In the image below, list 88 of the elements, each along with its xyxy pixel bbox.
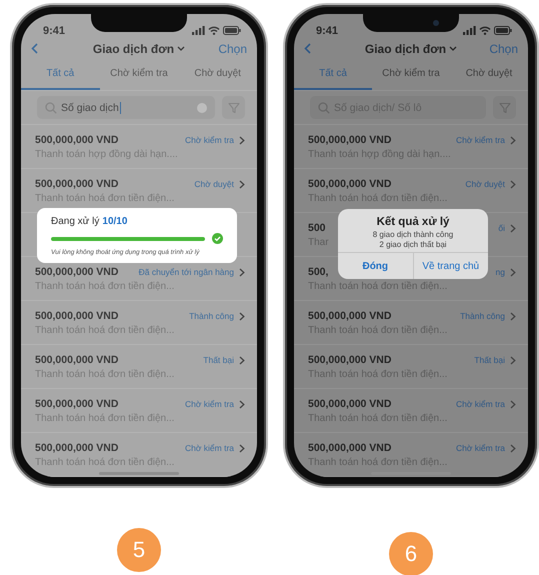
clear-icon — [197, 102, 207, 113]
search-icon — [318, 102, 330, 114]
tab[interactable]: Chờ duyệt — [450, 60, 528, 90]
step-badge: 6 — [389, 532, 433, 575]
caret-icon — [449, 46, 458, 52]
tab[interactable]: Chờ kiểm tra — [100, 60, 178, 90]
status-text: Chờ kiểm tra — [184, 399, 234, 409]
clear-button[interactable] — [197, 102, 207, 113]
chevron-right-icon — [510, 224, 516, 232]
status-text: Chờ kiểm tra — [456, 399, 505, 409]
amount-text: 500,000,000 VND — [308, 397, 392, 411]
title-dropdown[interactable]: Giao dịch đơn — [92, 42, 186, 56]
dialog-title: Kết quả xử lý — [376, 215, 450, 230]
status-text: Thành công — [460, 311, 505, 321]
result-line: 8 giao dịch thành công — [372, 230, 454, 240]
amount-text: 500,000,000 VND — [35, 309, 118, 323]
status-text: ng — [496, 267, 505, 277]
amount-text: 500,000,000 VND — [308, 177, 392, 191]
status-text: Chờ kiểm tra — [456, 135, 505, 145]
tab[interactable]: Chờ duyệt — [178, 60, 257, 90]
tab[interactable]: Chờ kiểm tra — [372, 60, 450, 90]
signal-icon — [463, 26, 476, 36]
status-text: Đã chuyển tới ngân hàng — [138, 267, 234, 277]
dialog-title: Đang xử lý — [51, 215, 100, 228]
wifi-icon — [479, 26, 491, 36]
select-button[interactable]: Chọn — [218, 42, 247, 56]
chevron-right-icon — [239, 268, 245, 276]
back-button[interactable] — [31, 43, 38, 54]
check-circle-icon — [212, 233, 223, 244]
status-text: Chờ duyệt — [465, 179, 505, 189]
back-icon — [304, 43, 311, 54]
amount-text: 500,000,000 VND — [308, 441, 392, 455]
filter-button[interactable] — [493, 96, 516, 120]
filter-icon — [228, 102, 240, 114]
amount-text: 500,000,000 VND — [35, 353, 118, 367]
chevron-right-icon — [239, 312, 245, 320]
battery-icon — [223, 26, 241, 36]
chevron-right-icon — [510, 312, 516, 320]
chevron-right-icon — [239, 400, 245, 408]
chevron-right-icon — [239, 356, 245, 364]
chevron-right-icon — [510, 356, 516, 364]
status-text: Thành công — [189, 311, 234, 321]
signal-icon — [192, 26, 205, 36]
chevron-right-icon — [510, 400, 516, 408]
filter-icon — [498, 102, 510, 114]
back-button[interactable] — [304, 43, 311, 54]
select-button[interactable]: Chọn — [489, 42, 518, 56]
chevron-right-icon — [510, 268, 516, 276]
status-text: Chờ kiểm tra — [456, 443, 505, 453]
wifi-icon — [208, 26, 220, 36]
tab[interactable]: Tất cả — [294, 60, 372, 90]
amount-text: 500,000,000 VND — [35, 397, 118, 411]
dialog-button[interactable]: Đóng — [338, 253, 412, 279]
chevron-right-icon — [510, 444, 516, 452]
search-field[interactable]: Số giao dịch — [37, 96, 215, 120]
status-text: Chờ duyệt — [194, 179, 234, 189]
result-line: 2 giao dịch thất bại — [379, 240, 447, 250]
amount-text: 500,000,000 VND — [35, 441, 118, 455]
amount-text: 500,000,000 VND — [35, 177, 118, 191]
clock-time: 9:41 — [43, 24, 66, 38]
tab[interactable]: Tất cả — [21, 60, 100, 90]
battery-icon — [494, 26, 512, 36]
status-text: ối — [498, 223, 505, 233]
chevron-right-icon — [239, 444, 245, 452]
status-text: Chờ kiểm tra — [184, 135, 234, 145]
amount-text: 500,000,000 VND — [308, 309, 392, 323]
status-text: Thất bại — [474, 355, 505, 365]
caret-icon — [177, 46, 186, 52]
amount-text: 500,000,000 VND — [308, 353, 392, 367]
chevron-right-icon — [510, 180, 516, 188]
filter-button[interactable] — [222, 96, 245, 120]
dialog-button[interactable]: Về trang chủ — [412, 253, 488, 279]
amount-text: 500,000,000 VND — [35, 265, 118, 279]
amount-text: 500, — [308, 265, 328, 279]
chevron-right-icon — [239, 136, 245, 144]
chevron-right-icon — [239, 180, 245, 188]
title-dropdown[interactable]: Giao dịch đơn — [364, 42, 458, 56]
clock-time: 9:41 — [316, 24, 338, 38]
amount-text: 500,000,000 VND — [308, 133, 392, 147]
search-icon — [45, 102, 57, 114]
amount-text: 500 — [308, 221, 326, 235]
back-icon — [31, 43, 38, 54]
step-badge: 5 — [117, 528, 161, 572]
progress-count: 10/10 — [102, 215, 128, 228]
status-text: Chờ kiểm tra — [184, 443, 234, 453]
amount-text: 500,000,000 VND — [35, 133, 118, 147]
status-text: Thất bại — [203, 355, 234, 365]
chevron-right-icon — [510, 136, 516, 144]
